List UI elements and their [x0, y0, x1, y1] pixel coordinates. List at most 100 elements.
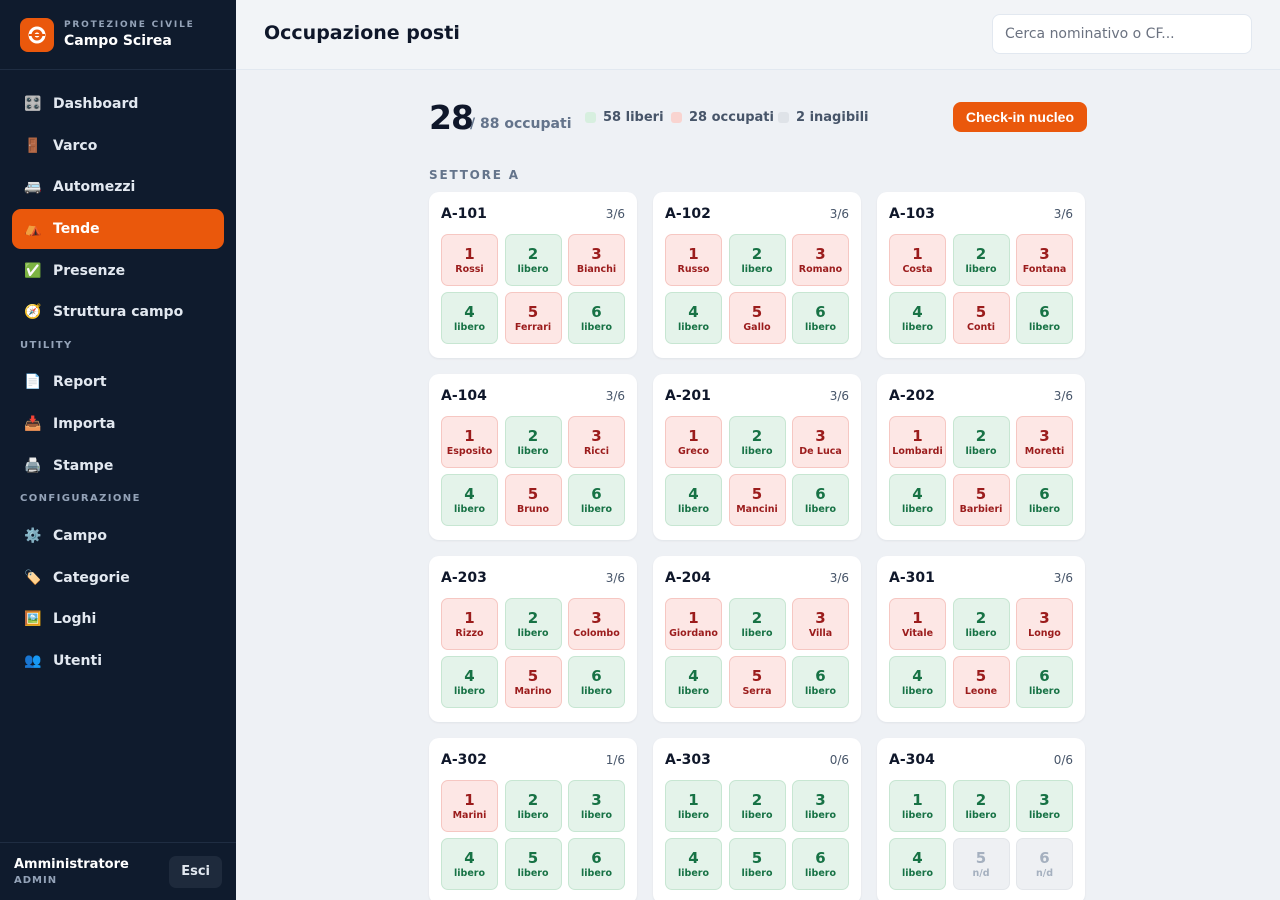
bed-slot[interactable]: 5 Leone [952, 656, 1010, 708]
bed-slot[interactable]: 2 libero [504, 416, 562, 468]
bed-slot[interactable]: 5 libero [504, 838, 562, 890]
bed-slot[interactable]: 1 Rizzo [441, 598, 498, 650]
bed-slot[interactable]: 6 libero [1016, 292, 1073, 344]
bed-slot[interactable]: 6 libero [792, 656, 849, 708]
bed-slot[interactable]: 6 libero [568, 292, 625, 344]
search-input[interactable] [992, 14, 1252, 54]
bed-slot[interactable]: 2 libero [952, 234, 1010, 286]
bed-slot[interactable]: 6 libero [568, 474, 625, 526]
sidebar-item-campo[interactable]: ⚙️ Campo [12, 516, 224, 556]
bed-slot[interactable]: 6 libero [568, 838, 625, 890]
bed-slot[interactable]: 4 libero [889, 474, 946, 526]
bed-slot[interactable]: 5 Bruno [504, 474, 562, 526]
bed-slot[interactable]: 5 Mancini [728, 474, 786, 526]
sidebar-item-importa[interactable]: 📥 Importa [12, 404, 224, 444]
checkin-nucleo-button[interactable]: Check-in nucleo [952, 102, 1087, 132]
bed-slot[interactable]: 5 Serra [728, 656, 786, 708]
bed-slot[interactable]: 3 Romano [792, 234, 849, 286]
bed-slot[interactable]: 2 libero [952, 416, 1010, 468]
bed-slot[interactable]: 5 libero [728, 838, 786, 890]
bed-slot[interactable]: 1 Costa [889, 234, 946, 286]
bed-slot[interactable]: 2 libero [728, 234, 786, 286]
bed-slot[interactable]: 2 libero [728, 780, 786, 832]
sidebar-item-label: Stampe [53, 457, 114, 474]
sidebar-item-struttura-campo[interactable]: 🧭 Struttura campo [12, 292, 224, 332]
bed-slot[interactable]: 1 Russo [665, 234, 722, 286]
bed-slot[interactable]: 5 Conti [952, 292, 1010, 344]
bed-number: 2 [975, 608, 987, 627]
sidebar-item-automezzi[interactable]: 🚐 Automezzi [12, 167, 224, 207]
sidebar-item-report[interactable]: 📄 Report [12, 362, 224, 402]
logout-button[interactable]: Esci [169, 855, 222, 888]
bed-occupant: Romano [798, 263, 843, 275]
bed-slot[interactable]: 3 libero [1016, 780, 1073, 832]
bed-slot[interactable]: 6 libero [568, 656, 625, 708]
bed-slot[interactable]: 6 libero [792, 292, 849, 344]
bed-slot[interactable]: 1 Rossi [441, 234, 498, 286]
bed-slot[interactable]: 6 libero [792, 474, 849, 526]
tent-header: A-303 0/6 [665, 750, 849, 770]
bed-slot[interactable]: 4 libero [665, 838, 722, 890]
bed-slot[interactable]: 3 Bianchi [568, 234, 625, 286]
bed-slot[interactable]: 3 Moretti [1016, 416, 1073, 468]
bed-slot[interactable]: 1 Vitale [889, 598, 946, 650]
bed-slot[interactable]: 2 libero [504, 234, 562, 286]
sidebar-item-presenze[interactable]: ✅ Presenze [12, 251, 224, 291]
bed-slot[interactable]: 3 Fontana [1016, 234, 1073, 286]
bed-slot[interactable]: 3 De Luca [792, 416, 849, 468]
bed-slot[interactable]: 1 Lombardi [889, 416, 946, 468]
bed-slot[interactable]: 2 libero [728, 416, 786, 468]
bed-slot[interactable]: 5 Gallo [728, 292, 786, 344]
bed-slot[interactable]: 3 Ricci [568, 416, 625, 468]
bed-occupant: libero [517, 627, 549, 639]
bed-slot[interactable]: 5 Barbieri [952, 474, 1010, 526]
bed-slot[interactable]: 4 libero [889, 838, 946, 890]
bed-slot[interactable]: 4 libero [441, 474, 498, 526]
bed-slot[interactable]: 2 libero [728, 598, 786, 650]
bed-slot[interactable]: 2 libero [952, 780, 1010, 832]
bed-occupant: libero [741, 809, 773, 821]
bed-slot[interactable]: 4 libero [665, 656, 722, 708]
bed-slot[interactable]: 1 Marini [441, 780, 498, 832]
bed-slot[interactable]: 6 libero [1016, 656, 1073, 708]
sidebar-item-utenti[interactable]: 👥 Utenti [12, 641, 224, 681]
sidebar-item-dashboard[interactable]: 🎛️ Dashboard [12, 84, 224, 124]
bed-slot[interactable]: 2 libero [504, 780, 562, 832]
bed-slot[interactable]: 6 libero [792, 838, 849, 890]
bed-slot[interactable]: 1 Giordano [665, 598, 722, 650]
sidebar-item-categorie[interactable]: 🏷️ Categorie [12, 558, 224, 598]
sidebar-item-loghi[interactable]: 🖼️ Loghi [12, 599, 224, 639]
bed-occupant: libero [965, 263, 997, 275]
bed-slot[interactable]: 4 libero [441, 292, 498, 344]
bed-number: 1 [912, 790, 923, 809]
bed-slot[interactable]: 1 libero [889, 780, 946, 832]
bed-slot[interactable]: 4 libero [441, 656, 498, 708]
bed-slot[interactable]: 1 Esposito [441, 416, 498, 468]
bed-slot[interactable]: 5 Ferrari [504, 292, 562, 344]
bed-slot[interactable]: 4 libero [889, 656, 946, 708]
bed-occupant: libero [1029, 321, 1060, 333]
bed-occupant: Vitale [901, 627, 934, 639]
bed-slot[interactable]: 3 libero [568, 780, 625, 832]
bed-slot[interactable]: 3 libero [792, 780, 849, 832]
bed-slot[interactable]: 6 n/d [1016, 838, 1073, 890]
sidebar-item-varco[interactable]: 🚪 Varco [12, 126, 224, 166]
bed-slot[interactable]: 1 Greco [665, 416, 722, 468]
bed-number: 3 [815, 790, 826, 809]
bed-slot[interactable]: 3 Longo [1016, 598, 1073, 650]
bed-slot[interactable]: 6 libero [1016, 474, 1073, 526]
bed-slot[interactable]: 4 libero [441, 838, 498, 890]
bed-slot[interactable]: 2 libero [952, 598, 1010, 650]
bed-slot[interactable]: 4 libero [665, 292, 722, 344]
bed-slot[interactable]: 1 libero [665, 780, 722, 832]
sidebar-item-tende[interactable]: ⛺ Tende [12, 209, 224, 250]
bed-slot[interactable]: 5 Marino [504, 656, 562, 708]
sidebar-item-stampe[interactable]: 🖨️ Stampe [12, 446, 224, 486]
bed-number: 1 [688, 608, 699, 627]
bed-slot[interactable]: 3 Villa [792, 598, 849, 650]
bed-slot[interactable]: 2 libero [504, 598, 562, 650]
bed-slot[interactable]: 4 libero [665, 474, 722, 526]
bed-slot[interactable]: 5 n/d [952, 838, 1010, 890]
bed-slot[interactable]: 3 Colombo [568, 598, 625, 650]
bed-slot[interactable]: 4 libero [889, 292, 946, 344]
